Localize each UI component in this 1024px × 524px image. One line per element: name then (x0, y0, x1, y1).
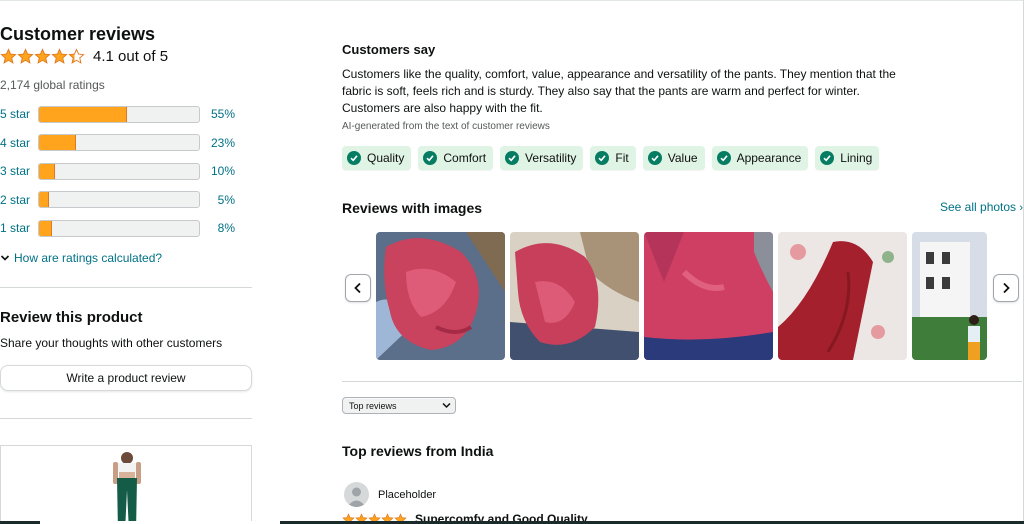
histogram-bar (38, 105, 200, 123)
see-all-photos-label: See all photos (940, 200, 1017, 214)
histogram-row[interactable]: 2 star 5% (0, 190, 240, 210)
review-image[interactable] (644, 232, 773, 360)
top-reviews-heading: Top reviews from India (342, 443, 494, 459)
histogram-row[interactable]: 1 star 8% (0, 218, 240, 238)
aspect-chip-label: Lining (840, 151, 873, 165)
review-image[interactable] (510, 232, 639, 360)
histogram-percent: 55% (210, 107, 235, 121)
divider (0, 418, 252, 419)
rating-histogram: 5 star 55% 4 star 23% 3 star 10% 2 star 5% 1 sta… (0, 104, 240, 247)
avatar (344, 482, 369, 507)
checkmark-icon (716, 151, 731, 165)
aspect-chip-value[interactable]: Value (642, 146, 705, 170)
customers-say-heading: Customers say (342, 42, 436, 57)
aspect-chip-label: Comfort (443, 151, 487, 165)
aspect-chips: Quality Comfort Versatility Fit Value Appeara… (342, 146, 880, 170)
divider (0, 287, 252, 288)
aspect-chip-fit[interactable]: Fit (590, 146, 636, 170)
write-review-button[interactable]: Write a product review (0, 365, 252, 391)
review-image-carousel (376, 232, 987, 360)
checkmark-icon (820, 151, 835, 165)
aspect-chip-label: Versatility (525, 151, 577, 165)
histogram-bar (38, 219, 200, 237)
histogram-star-label: 3 star (0, 164, 31, 178)
aspect-chip-label: Appearance (736, 151, 802, 165)
customer-reviews-title: Customer reviews (0, 24, 156, 44)
histogram-percent: 23% (210, 135, 235, 150)
histogram-bar-fill (39, 135, 76, 150)
chevron-right-small-icon: › (1019, 202, 1024, 214)
sort-reviews-dropdown[interactable]: Top reviews (342, 397, 456, 414)
review-image[interactable] (778, 232, 907, 360)
divider (342, 381, 1022, 382)
carousel-next-button[interactable] (993, 274, 1019, 302)
histogram-bar-fill (39, 163, 55, 179)
reviews-with-images-heading: Reviews with images (342, 200, 483, 216)
star-icon (0, 48, 17, 64)
histogram-bar (38, 191, 200, 208)
checkmark-icon (347, 151, 361, 165)
histogram-bar (38, 162, 200, 180)
aspect-chip-label: Fit (615, 151, 629, 165)
star-icon (68, 48, 85, 64)
review-image[interactable] (912, 232, 987, 360)
checkmark-icon (505, 151, 520, 165)
share-thoughts-text: Share your thoughts with other customers (0, 336, 223, 350)
histogram-bar-fill (39, 106, 127, 122)
chevron-left-icon (354, 282, 361, 294)
aspect-chip-lining[interactable]: Lining (815, 146, 880, 170)
review-image[interactable] (376, 232, 505, 360)
rating-stars (0, 48, 85, 65)
histogram-row[interactable]: 4 star 23% (0, 133, 240, 153)
histogram-star-label: 5 star (0, 107, 31, 121)
sort-selected-value: Top reviews (349, 400, 397, 411)
review-this-product-heading: Review this product (0, 309, 143, 326)
checkmark-icon (595, 151, 610, 165)
see-all-photos-link[interactable]: See all photos › (940, 200, 1023, 214)
global-ratings-count: 2,174 global ratings (0, 78, 105, 92)
top-rule (0, 0, 1024, 1)
aspect-chip-comfort[interactable]: Comfort (418, 146, 494, 170)
histogram-bar-fill (39, 192, 49, 207)
star-icon (34, 48, 51, 64)
aspect-chip-versatility[interactable]: Versatility (500, 146, 584, 170)
histogram-star-label: 4 star (0, 135, 31, 150)
histogram-percent: 10% (210, 164, 235, 178)
histogram-row[interactable]: 3 star 10% (0, 161, 240, 181)
ai-generated-note: AI-generated from the text of customer r… (342, 121, 550, 132)
product-image-card[interactable] (0, 445, 252, 524)
histogram-percent: 5% (217, 192, 235, 207)
product-image (113, 452, 141, 524)
histogram-percent: 8% (217, 221, 235, 235)
aspect-chip-appearance[interactable]: Appearance (711, 146, 809, 170)
average-rating[interactable]: 4.1 out of 5 (0, 48, 168, 65)
checkmark-icon (647, 151, 662, 165)
chevron-right-icon (1003, 282, 1010, 294)
chevron-down-icon (0, 255, 10, 261)
how-ratings-calculated-link[interactable]: How are ratings calculated? (0, 251, 162, 265)
star-icon (51, 48, 68, 64)
aspect-chip-quality[interactable]: Quality (342, 146, 412, 170)
checkmark-icon (423, 151, 438, 165)
aspect-chip-label: Value (667, 151, 698, 165)
carousel-prev-button[interactable] (345, 274, 371, 302)
how-ratings-calculated-label: How are ratings calculated? (14, 251, 163, 265)
histogram-row[interactable]: 5 star 55% (0, 104, 240, 124)
chevron-down-icon (442, 402, 451, 409)
reviewer-name: Placeholder (378, 488, 437, 501)
histogram-star-label: 1 star (0, 221, 31, 235)
histogram-bar-fill (39, 220, 52, 236)
histogram-bar (38, 134, 200, 151)
histogram-star-label: 2 star (0, 192, 31, 207)
star-icon (17, 48, 34, 64)
customers-say-summary: Customers like the quality, comfort, val… (342, 67, 896, 115)
rating-text: 4.1 out of 5 (93, 48, 169, 65)
aspect-chip-label: Quality (367, 151, 405, 165)
reviewer-profile[interactable]: Placeholder (344, 482, 436, 507)
